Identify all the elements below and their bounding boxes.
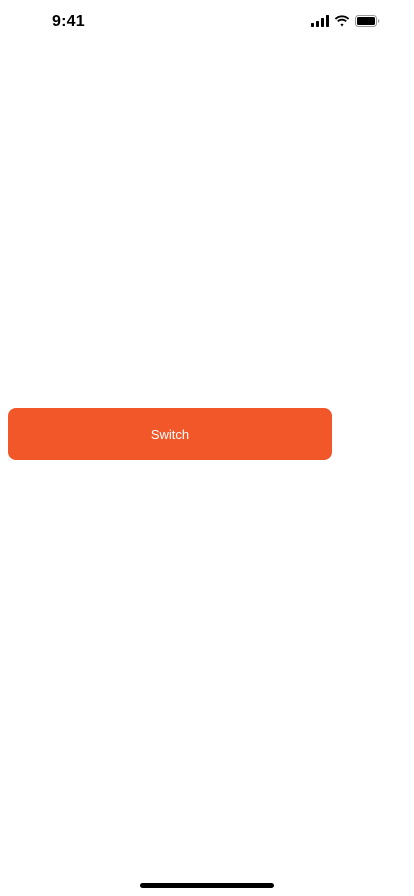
status-icons <box>311 15 380 27</box>
app-screen: 9:41 Switch <box>0 0 414 896</box>
battery-icon <box>355 15 380 27</box>
wifi-icon <box>334 15 350 27</box>
switch-button[interactable]: Switch <box>8 408 332 460</box>
status-time: 9:41 <box>52 13 85 30</box>
status-bar: 9:41 <box>0 0 414 44</box>
cellular-signal-icon <box>311 15 329 27</box>
home-indicator <box>140 883 274 888</box>
